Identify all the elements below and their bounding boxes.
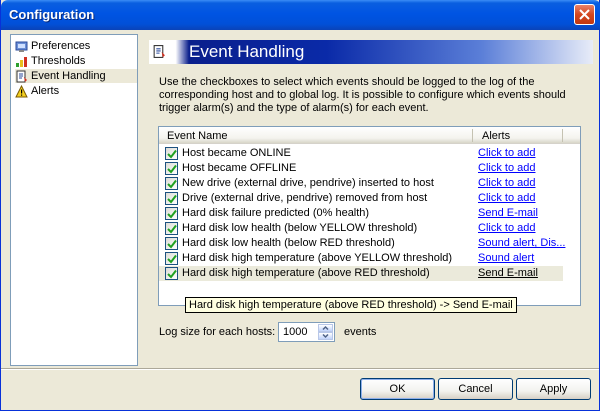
event-row[interactable]: Hard disk failure predicted (0% health) S…	[159, 206, 563, 221]
event-alert-link[interactable]: Click to add	[478, 177, 535, 189]
event-row[interactable]: Drive (external drive, pendrive) removed…	[159, 191, 563, 206]
tree-item-label: Thresholds	[31, 55, 86, 67]
checkmark-icon	[167, 164, 177, 174]
event-alert-link[interactable]: Sound alert	[478, 252, 534, 264]
event-name: Hard disk low health (below YELLOW thres…	[182, 222, 418, 234]
window-title: Configuration	[9, 7, 95, 22]
tree-item-label: Event Handling	[31, 70, 106, 82]
thresholds-icon	[16, 56, 27, 67]
event-alert-link[interactable]: Sound alert, Dis...	[478, 237, 565, 249]
event-name: Hard disk low health (below RED threshol…	[182, 237, 395, 249]
event-row[interactable]: Host became OFFLINE Click to add	[159, 161, 563, 176]
chevron-up-icon	[322, 325, 329, 331]
footer-divider	[1, 368, 599, 370]
close-icon	[579, 9, 590, 20]
event-checkbox[interactable]	[165, 162, 178, 175]
event-name: Host became OFFLINE	[182, 162, 297, 174]
log-size-spinner[interactable]: 1000	[278, 322, 335, 342]
checkmark-icon	[167, 209, 177, 219]
event-row[interactable]: Hard disk high temperature (above RED th…	[159, 266, 563, 281]
tree-item-thresholds[interactable]: Thresholds	[15, 54, 85, 68]
tree-item-alerts[interactable]: Alerts	[15, 84, 59, 98]
event-alert-link[interactable]: Click to add	[478, 222, 535, 234]
checkmark-icon	[167, 224, 177, 234]
chevron-down-icon	[322, 333, 329, 339]
column-header-alerts[interactable]: Alerts	[482, 130, 510, 142]
spinner-down-button[interactable]	[318, 332, 333, 340]
event-alert-link[interactable]: Click to add	[478, 192, 535, 204]
checkmark-icon	[167, 179, 177, 189]
event-checkbox[interactable]	[165, 222, 178, 235]
event-row[interactable]: New drive (external drive, pendrive) ins…	[159, 176, 563, 191]
list-header: Event Name Alerts	[159, 127, 580, 144]
column-divider[interactable]	[562, 129, 563, 142]
spinner-up-button[interactable]	[318, 324, 333, 332]
log-size-label: Log size for each hosts:	[159, 326, 276, 338]
apply-button[interactable]: Apply	[516, 378, 591, 400]
preferences-icon	[15, 41, 28, 52]
warning-icon	[15, 84, 28, 97]
event-name: Hard disk failure predicted (0% health)	[182, 207, 370, 219]
section-description: Use the checkboxes to select which event…	[159, 76, 566, 114]
event-checkbox[interactable]	[165, 237, 178, 250]
checkmark-icon	[167, 239, 177, 249]
event-checkbox[interactable]	[165, 192, 178, 205]
event-alert-link[interactable]: Click to add	[478, 162, 535, 174]
configuration-window: Configuration Preferences Thresholds Eve…	[0, 0, 600, 411]
tree-item-preferences[interactable]: Preferences	[15, 39, 90, 53]
event-checkbox[interactable]	[165, 147, 178, 160]
column-divider[interactable]	[472, 129, 473, 142]
event-alert-link[interactable]: Send E-mail	[478, 207, 538, 219]
event-checkbox[interactable]	[165, 267, 178, 280]
event-name: New drive (external drive, pendrive) ins…	[182, 177, 434, 189]
cancel-button[interactable]: Cancel	[438, 378, 513, 400]
tooltip: Hard disk high temperature (above RED th…	[185, 297, 517, 313]
checkmark-icon	[167, 149, 177, 159]
event-name: Hard disk high temperature (above RED th…	[182, 267, 430, 279]
log-size-unit: events	[344, 326, 377, 338]
ok-button[interactable]: OK	[360, 378, 435, 400]
checkmark-icon	[167, 269, 177, 279]
tree-item-label: Alerts	[31, 85, 60, 97]
events-list[interactable]: Event Name Alerts Host became ONLINE Clic…	[158, 126, 581, 306]
event-row[interactable]: Host became ONLINE Click to add	[159, 146, 563, 161]
event-row[interactable]: Hard disk low health (below RED threshol…	[159, 236, 565, 251]
event-handling-icon	[153, 45, 165, 58]
event-checkbox[interactable]	[165, 177, 178, 190]
log-size-value[interactable]: 1000	[283, 326, 307, 338]
event-name: Hard disk high temperature (above YELLOW…	[182, 252, 453, 264]
section-title: Event Handling	[189, 42, 305, 61]
title-bar[interactable]: Configuration	[1, 0, 600, 30]
settings-tree[interactable]: Preferences Thresholds Event Handling Al…	[10, 34, 138, 366]
event-handling-icon	[16, 70, 27, 82]
checkmark-icon	[167, 194, 177, 204]
event-row[interactable]: Hard disk low health (below YELLOW thres…	[159, 221, 563, 236]
event-alert-link[interactable]: Click to add	[478, 147, 535, 159]
close-button[interactable]	[574, 4, 595, 25]
event-alert-link[interactable]: Send E-mail	[478, 267, 538, 279]
column-header-event-name[interactable]: Event Name	[167, 130, 228, 142]
event-name: Drive (external drive, pendrive) removed…	[182, 192, 428, 204]
event-checkbox[interactable]	[165, 207, 178, 220]
event-row[interactable]: Hard disk high temperature (above YELLOW…	[159, 251, 563, 266]
event-checkbox[interactable]	[165, 252, 178, 265]
tree-item-event-handling[interactable]: Event Handling	[15, 69, 137, 83]
event-name: Host became ONLINE	[182, 147, 291, 159]
spinner-buttons	[318, 324, 333, 340]
tree-item-label: Preferences	[31, 40, 91, 52]
checkmark-icon	[167, 254, 177, 264]
